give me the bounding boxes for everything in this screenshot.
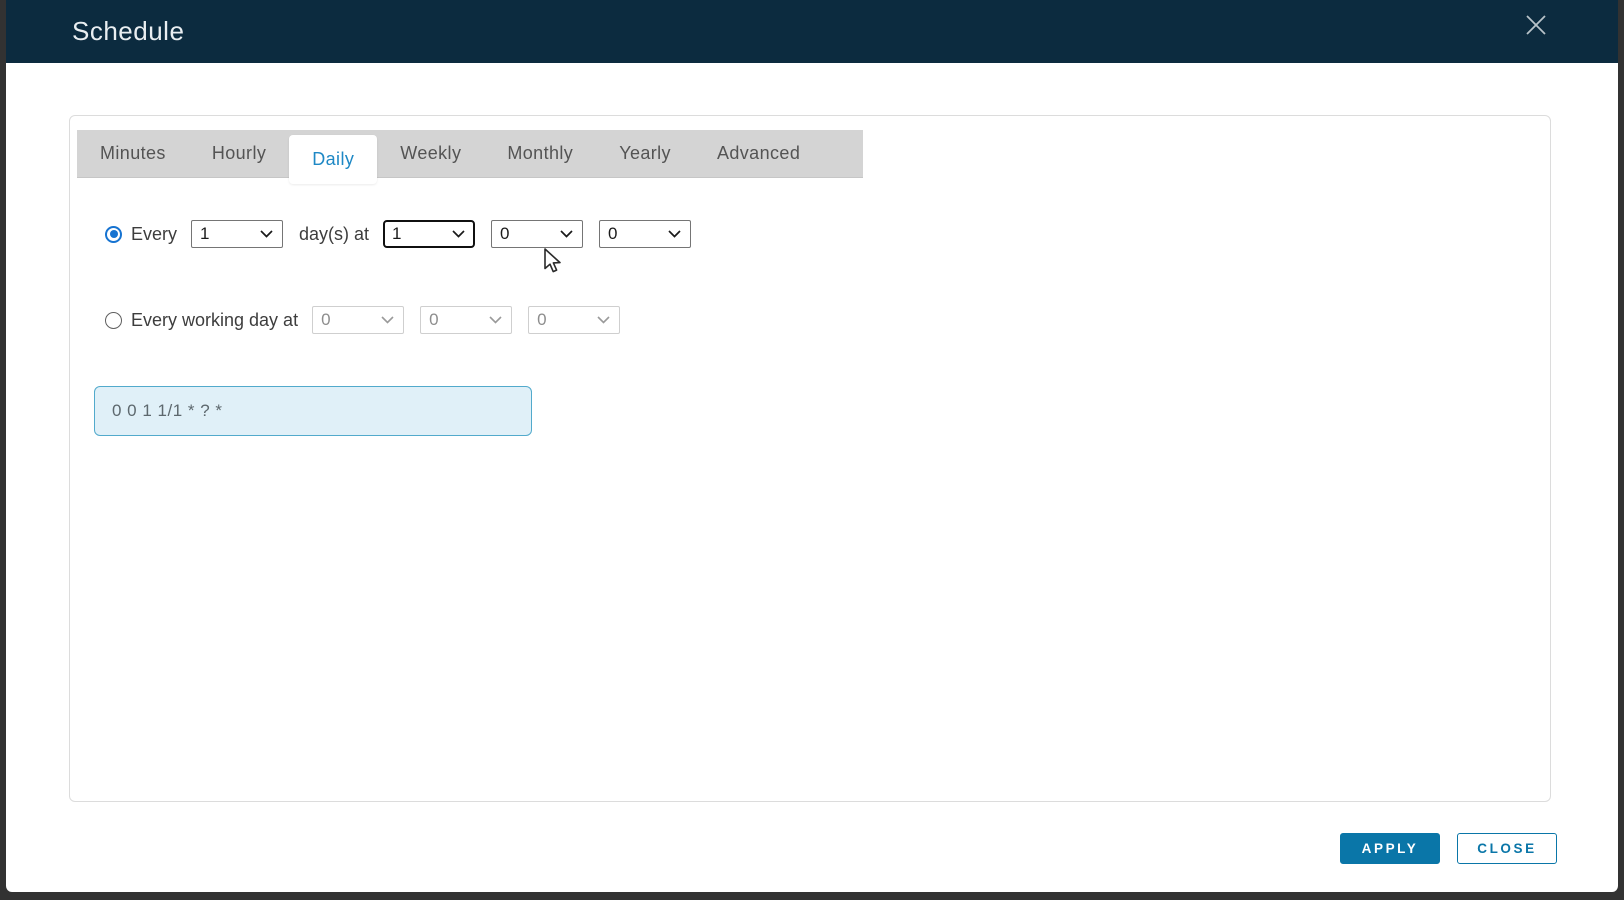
day-interval-select[interactable]: 1 — [191, 220, 283, 248]
tab-daily[interactable]: Daily — [289, 135, 377, 184]
working-second-select[interactable]: 0 — [528, 306, 620, 334]
cron-expression-field[interactable]: 0 0 1 1/1 * ? * — [94, 386, 532, 436]
chevron-down-icon — [381, 316, 394, 324]
second-select[interactable]: 0 — [599, 220, 691, 248]
cron-expression-value: 0 0 1 1/1 * ? * — [112, 401, 223, 421]
working-second-value: 0 — [537, 310, 546, 330]
dialog-footer: APPLY CLOSE — [1340, 833, 1557, 864]
chevron-down-icon — [260, 230, 273, 238]
hour-select[interactable]: 1 — [383, 220, 475, 248]
close-icon — [1523, 12, 1549, 43]
close-dialog-button[interactable]: CLOSE — [1457, 833, 1557, 864]
working-minute-select[interactable]: 0 — [420, 306, 512, 334]
chevron-down-icon — [560, 230, 573, 238]
tab-minutes[interactable]: Minutes — [77, 130, 189, 177]
every-day-radio[interactable] — [105, 226, 122, 243]
chevron-down-icon — [452, 230, 465, 238]
day-interval-value: 1 — [200, 224, 209, 244]
apply-button[interactable]: APPLY — [1340, 833, 1440, 864]
working-day-row: Every working day at 0 0 0 — [105, 306, 636, 334]
schedule-tabbar: Minutes Hourly Daily Weekly Monthly Year… — [77, 130, 863, 178]
working-hour-select[interactable]: 0 — [312, 306, 404, 334]
tab-hourly[interactable]: Hourly — [189, 130, 289, 177]
working-hour-value: 0 — [321, 310, 330, 330]
days-at-label: day(s) at — [299, 224, 369, 245]
second-value: 0 — [608, 224, 617, 244]
schedule-panel: Minutes Hourly Daily Weekly Monthly Year… — [69, 115, 1551, 802]
working-day-radio[interactable] — [105, 312, 122, 329]
close-button[interactable] — [1520, 11, 1552, 43]
chevron-down-icon — [668, 230, 681, 238]
chevron-down-icon — [597, 316, 610, 324]
tab-advanced[interactable]: Advanced — [694, 130, 823, 177]
dialog-header: Schedule — [6, 0, 1618, 63]
hour-value: 1 — [392, 224, 401, 244]
tab-yearly[interactable]: Yearly — [596, 130, 694, 177]
chevron-down-icon — [489, 316, 502, 324]
working-day-label: Every working day at — [131, 310, 298, 331]
schedule-dialog: Schedule Minutes Hourly Daily Weekly Mon… — [6, 0, 1618, 892]
minute-value: 0 — [500, 224, 509, 244]
every-day-row: Every 1 day(s) at 1 0 0 — [105, 220, 707, 248]
page-title: Schedule — [72, 16, 184, 47]
tab-monthly[interactable]: Monthly — [484, 130, 596, 177]
minute-select[interactable]: 0 — [491, 220, 583, 248]
every-label: Every — [131, 224, 177, 245]
tab-weekly[interactable]: Weekly — [377, 130, 484, 177]
working-minute-value: 0 — [429, 310, 438, 330]
